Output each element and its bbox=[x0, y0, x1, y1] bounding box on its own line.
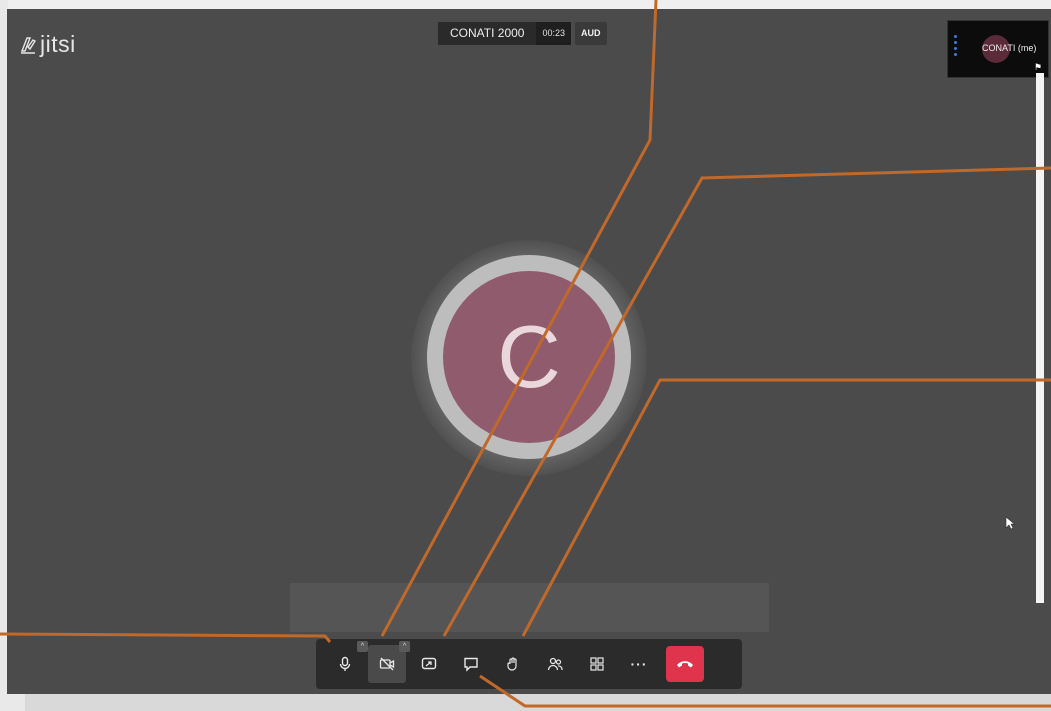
conference-stage: jitsi CONATI 2000 00:23 AUD CONATI (me) … bbox=[7, 9, 1051, 694]
microphone-icon bbox=[339, 656, 351, 671]
raise-hand-icon bbox=[507, 657, 517, 671]
mic-options-caret[interactable]: ^ bbox=[357, 641, 368, 652]
meeting-timer: 00:23 bbox=[536, 22, 572, 45]
window-frame-bottom-shade bbox=[25, 694, 1051, 711]
window-frame-top bbox=[0, 0, 1051, 9]
meeting-name: CONATI 2000 bbox=[438, 22, 537, 45]
hangup-button[interactable] bbox=[666, 646, 704, 682]
subtitle-area bbox=[290, 583, 769, 632]
self-name-label: CONATI (me) bbox=[982, 43, 1037, 53]
screen-share-button[interactable] bbox=[410, 645, 448, 683]
microphone-button[interactable]: ^ bbox=[326, 641, 368, 683]
camera-options-caret[interactable]: ^ bbox=[399, 641, 410, 652]
camera-off-icon bbox=[379, 657, 395, 671]
participants-button[interactable] bbox=[536, 645, 574, 683]
jitsi-logo-icon bbox=[20, 36, 37, 54]
logo-text: jitsi bbox=[40, 31, 76, 57]
meeting-info-bar: CONATI 2000 00:23 AUD bbox=[438, 22, 607, 45]
audio-only-badge: AUD bbox=[575, 22, 607, 45]
jitsi-logo: jitsi bbox=[19, 31, 76, 58]
tile-view-button[interactable] bbox=[578, 645, 616, 683]
tile-view-icon bbox=[590, 657, 604, 671]
side-scroll-strip bbox=[1036, 73, 1044, 603]
participant-avatar: C bbox=[443, 271, 615, 443]
audio-level-indicator bbox=[954, 35, 957, 65]
mouse-cursor-icon bbox=[1005, 516, 1015, 530]
hangup-icon bbox=[677, 661, 693, 668]
pin-icon[interactable]: ⚑ bbox=[1034, 62, 1042, 73]
more-icon: ··· bbox=[630, 656, 648, 672]
chat-icon bbox=[464, 657, 478, 672]
camera-button[interactable]: ^ bbox=[368, 641, 410, 683]
self-view-thumbnail[interactable]: CONATI (me) ⚑ bbox=[947, 20, 1049, 78]
screen-share-icon bbox=[421, 657, 437, 670]
more-button[interactable]: ··· bbox=[620, 645, 658, 683]
avatar-initial: C bbox=[497, 307, 561, 406]
raise-hand-button[interactable] bbox=[494, 645, 532, 683]
main-toolbar: ^ ^ ··· bbox=[316, 639, 742, 689]
chat-button[interactable] bbox=[452, 645, 490, 683]
participants-icon bbox=[547, 657, 563, 671]
